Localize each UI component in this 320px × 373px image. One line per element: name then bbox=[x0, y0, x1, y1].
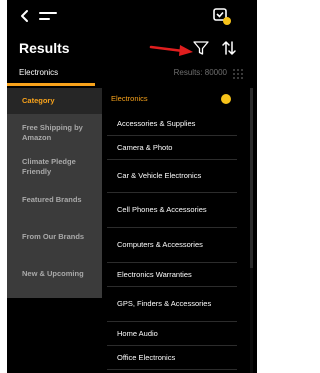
category-option[interactable]: Computers & Accessories bbox=[107, 228, 237, 263]
results-count: Results: 80000 bbox=[173, 68, 227, 77]
scrollbar[interactable] bbox=[249, 88, 255, 373]
filter-tab-our-brands[interactable]: From Our Brands bbox=[7, 232, 102, 242]
red-arrow-icon bbox=[149, 45, 193, 56]
filter-tab-climate-pledge[interactable]: Climate Pledge Friendly bbox=[7, 157, 102, 177]
selected-category[interactable]: Electronics bbox=[102, 88, 237, 110]
filter-categories-panel: Category Free Shipping by Amazon Climate… bbox=[7, 88, 102, 298]
category-option[interactable]: GPS, Finders & Accessories bbox=[107, 287, 237, 322]
top-bar bbox=[7, 0, 257, 34]
page-title: Results bbox=[19, 40, 70, 56]
cart-check-icon[interactable] bbox=[212, 6, 232, 26]
filter-tab-featured-brands[interactable]: Featured Brands bbox=[7, 195, 102, 205]
category-option[interactable]: Accessories & Supplies bbox=[107, 112, 237, 136]
app-screen: Results Electronics Results: 80000 Categ… bbox=[7, 0, 257, 373]
menu-icon[interactable] bbox=[39, 12, 57, 22]
category-options-list: Electronics Accessories & Supplies Camer… bbox=[102, 88, 237, 373]
category-option[interactable]: Car & Vehicle Electronics bbox=[107, 160, 237, 193]
category-option[interactable]: Cell Phones & Accessories bbox=[107, 193, 237, 228]
category-option[interactable]: Electronics Warranties bbox=[107, 263, 237, 287]
filter-icon[interactable] bbox=[192, 39, 210, 57]
category-option[interactable]: Camera & Photo bbox=[107, 136, 237, 160]
category-option[interactable]: Office Electronics bbox=[107, 346, 237, 370]
back-arrow-icon[interactable] bbox=[17, 8, 33, 24]
filter-tab-free-shipping[interactable]: Free Shipping by Amazon bbox=[7, 123, 102, 143]
search-term[interactable]: Electronics bbox=[19, 66, 58, 80]
category-option[interactable]: Home Audio bbox=[107, 322, 237, 346]
sort-icon[interactable] bbox=[220, 39, 238, 57]
active-tab-indicator bbox=[7, 83, 95, 86]
filter-tab-category[interactable]: Category bbox=[7, 88, 102, 114]
filter-tab-new-upcoming[interactable]: New & Upcoming bbox=[7, 269, 102, 279]
grid-view-icon[interactable] bbox=[233, 69, 243, 79]
selected-indicator-icon bbox=[221, 94, 231, 104]
